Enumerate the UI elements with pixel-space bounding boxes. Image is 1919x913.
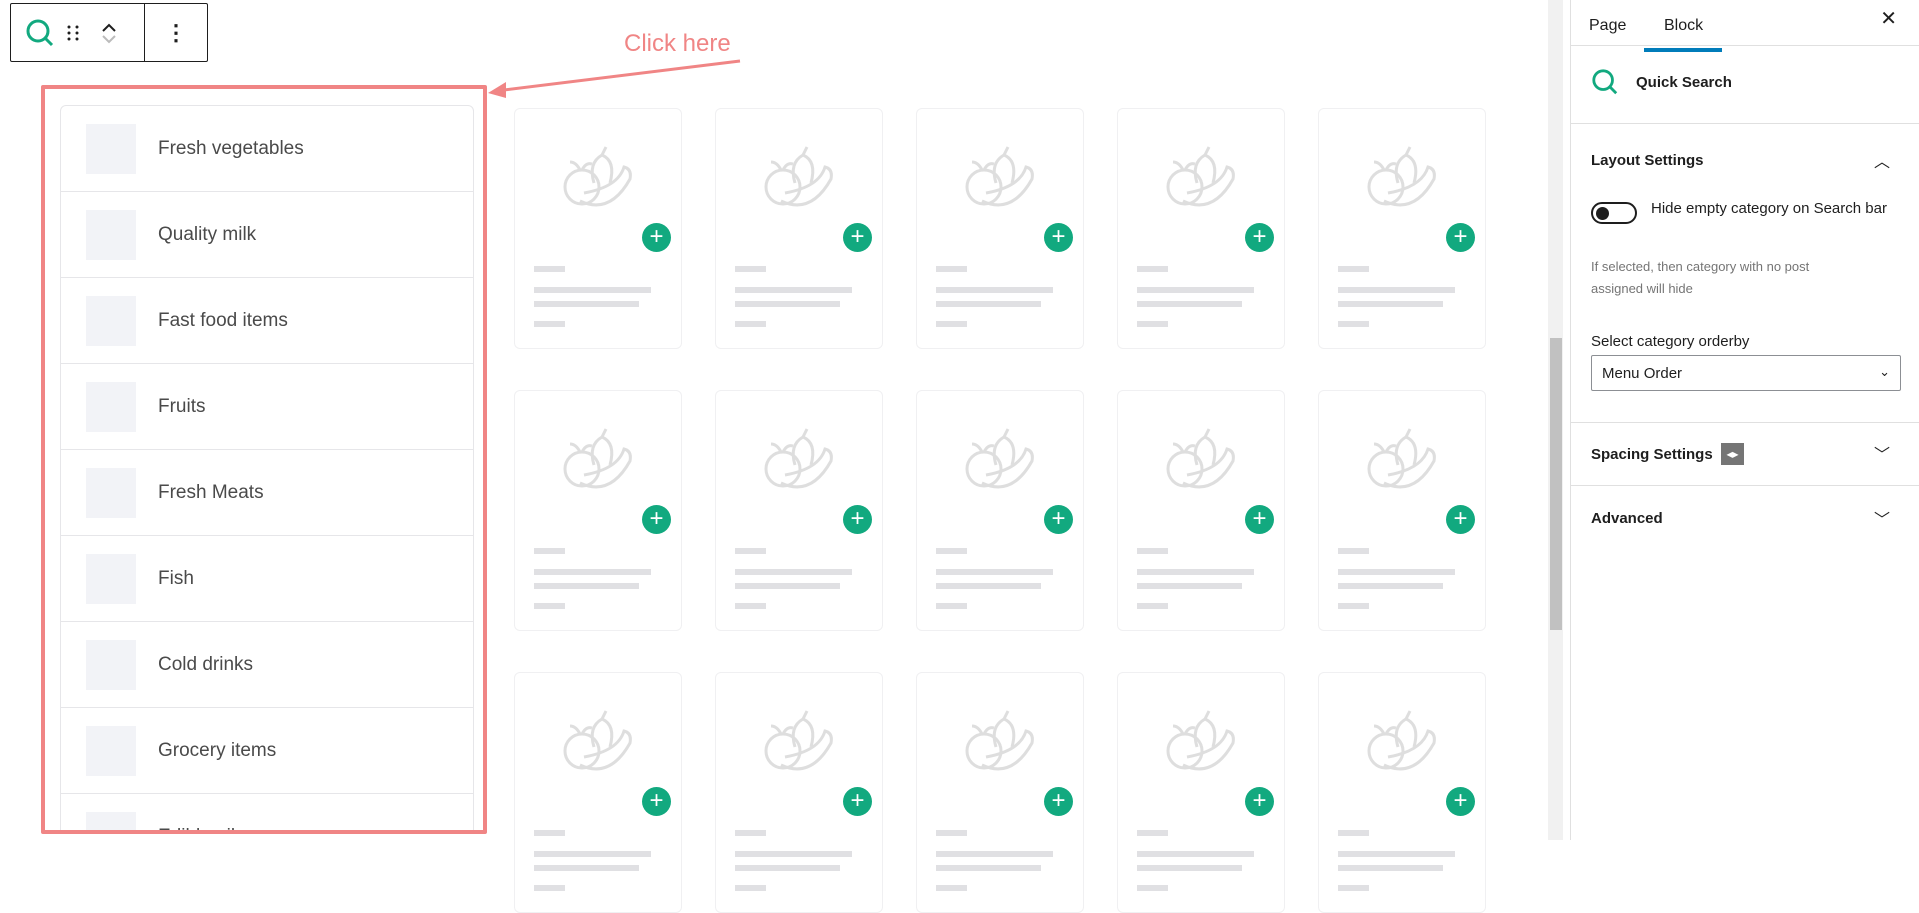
plus-icon[interactable]: + bbox=[1044, 787, 1073, 816]
chevron-up-icon: ︿ bbox=[1873, 154, 1890, 171]
category-label: Fruits bbox=[158, 395, 206, 417]
product-card-placeholder: + bbox=[715, 108, 883, 349]
product-card-placeholder: + bbox=[514, 672, 682, 913]
category-label: Fresh Meats bbox=[158, 481, 264, 503]
plus-icon[interactable]: + bbox=[843, 505, 872, 534]
product-card-placeholder: + bbox=[916, 390, 1084, 631]
product-card-placeholder: + bbox=[514, 390, 682, 631]
tab-page[interactable]: Page bbox=[1589, 17, 1626, 35]
chevron-up-icon[interactable] bbox=[101, 21, 117, 33]
close-icon[interactable]: ✕ bbox=[1880, 6, 1897, 31]
category-list-highlight: Fresh vegetables Quality milk Fast food it… bbox=[41, 85, 487, 834]
category-item[interactable]: Fresh vegetables bbox=[61, 106, 473, 192]
panel-title: Advanced bbox=[1591, 510, 1663, 527]
category-item[interactable]: Grocery items bbox=[61, 708, 473, 794]
plus-icon[interactable]: + bbox=[642, 787, 671, 816]
plus-icon[interactable]: + bbox=[642, 505, 671, 534]
plus-icon[interactable]: + bbox=[1446, 223, 1475, 252]
product-card-placeholder: + bbox=[1117, 108, 1285, 349]
plus-icon[interactable]: + bbox=[1245, 787, 1274, 816]
category-label: Cold drinks bbox=[158, 653, 254, 675]
category-label: Fast food items bbox=[158, 309, 288, 331]
advanced-toggle[interactable]: Advanced ﹀ bbox=[1571, 486, 1919, 548]
category-item[interactable]: Quality milk bbox=[61, 192, 473, 278]
plus-icon[interactable]: + bbox=[1245, 505, 1274, 534]
category-thumbnail bbox=[86, 467, 136, 518]
category-label: Fresh vegetables bbox=[158, 137, 304, 159]
more-vertical-icon: ⋮ bbox=[165, 19, 187, 45]
product-card-placeholder: + bbox=[1318, 672, 1486, 913]
category-item[interactable]: Edible oils bbox=[61, 794, 473, 831]
layout-settings-toggle[interactable]: Layout Settings ︿ bbox=[1571, 124, 1919, 184]
select-value: Menu Order bbox=[1602, 365, 1683, 382]
category-thumbnail bbox=[86, 811, 136, 830]
plus-icon[interactable]: + bbox=[843, 223, 872, 252]
select-label: Select category orderby bbox=[1591, 333, 1750, 350]
category-label: Quality milk bbox=[158, 223, 257, 245]
category-list: Fresh vegetables Quality milk Fast food it… bbox=[60, 105, 474, 831]
orderby-select[interactable]: Menu Order ⌄ bbox=[1591, 355, 1901, 391]
spacing-settings-toggle[interactable]: Spacing Settings ◂▸ ﹀ bbox=[1571, 423, 1919, 485]
product-card-placeholder: + bbox=[1117, 672, 1285, 913]
category-item[interactable]: Cold drinks bbox=[61, 622, 473, 708]
category-item[interactable]: Fast food items bbox=[61, 278, 473, 364]
product-card-placeholder: + bbox=[715, 672, 883, 913]
plus-icon[interactable]: + bbox=[1044, 223, 1073, 252]
plus-icon[interactable]: + bbox=[1446, 787, 1475, 816]
chevron-down-icon: ﹀ bbox=[1873, 512, 1890, 529]
spacing-icon: ◂▸ bbox=[1721, 443, 1744, 465]
category-thumbnail bbox=[86, 381, 136, 432]
plus-icon[interactable]: + bbox=[642, 223, 671, 252]
help-text: If selected, then category with no post … bbox=[1591, 259, 1810, 296]
category-label: Grocery items bbox=[158, 739, 277, 761]
category-item[interactable]: Fish bbox=[61, 536, 473, 622]
chevron-down-icon: ⌄ bbox=[1879, 364, 1890, 379]
scrollbar-thumb[interactable] bbox=[1550, 338, 1562, 630]
product-card-placeholder: + bbox=[514, 108, 682, 349]
plus-icon[interactable]: + bbox=[1044, 505, 1073, 534]
block-toolbar: ⋮ bbox=[10, 3, 208, 62]
category-thumbnail bbox=[86, 209, 136, 260]
drag-handle-icon[interactable] bbox=[67, 24, 79, 42]
category-item[interactable]: Fresh Meats bbox=[61, 450, 473, 536]
panel-title: Spacing Settings bbox=[1591, 446, 1713, 463]
chevron-down-icon: ﹀ bbox=[1873, 447, 1890, 464]
category-label: Fish bbox=[158, 567, 194, 589]
options-button[interactable]: ⋮ bbox=[145, 4, 207, 61]
category-item[interactable]: Fruits bbox=[61, 364, 473, 450]
search-icon[interactable] bbox=[25, 18, 55, 48]
block-name: Quick Search bbox=[1636, 74, 1732, 91]
product-card-placeholder: + bbox=[1318, 108, 1486, 349]
search-icon bbox=[1592, 69, 1618, 95]
category-thumbnail bbox=[86, 295, 136, 346]
product-card-placeholder: + bbox=[1117, 390, 1285, 631]
category-thumbnail bbox=[86, 123, 136, 174]
chevron-down-icon[interactable] bbox=[101, 33, 117, 45]
mover bbox=[101, 21, 117, 45]
active-tab-indicator bbox=[1644, 48, 1722, 52]
product-card-placeholder: + bbox=[715, 390, 883, 631]
category-thumbnail bbox=[86, 553, 136, 604]
divider bbox=[1571, 45, 1919, 46]
plus-icon[interactable]: + bbox=[1446, 505, 1475, 534]
category-thumbnail bbox=[86, 725, 136, 776]
category-thumbnail bbox=[86, 639, 136, 690]
hide-empty-toggle[interactable] bbox=[1591, 202, 1637, 224]
panel-title: Layout Settings bbox=[1591, 152, 1704, 169]
toolbar-left bbox=[11, 4, 145, 61]
plus-icon[interactable]: + bbox=[843, 787, 872, 816]
product-card-placeholder: + bbox=[1318, 390, 1486, 631]
product-card-placeholder: + bbox=[916, 672, 1084, 913]
annotation-arrow-icon bbox=[488, 59, 741, 98]
plus-icon[interactable]: + bbox=[1245, 223, 1274, 252]
toggle-label: Hide empty category on Search bar bbox=[1651, 200, 1887, 217]
category-label: Edible oils bbox=[158, 826, 245, 831]
settings-sidebar: Page Block ✕ Quick Search Layout Setting… bbox=[1570, 0, 1919, 840]
tab-block[interactable]: Block bbox=[1664, 17, 1703, 35]
product-card-placeholder: + bbox=[916, 108, 1084, 349]
